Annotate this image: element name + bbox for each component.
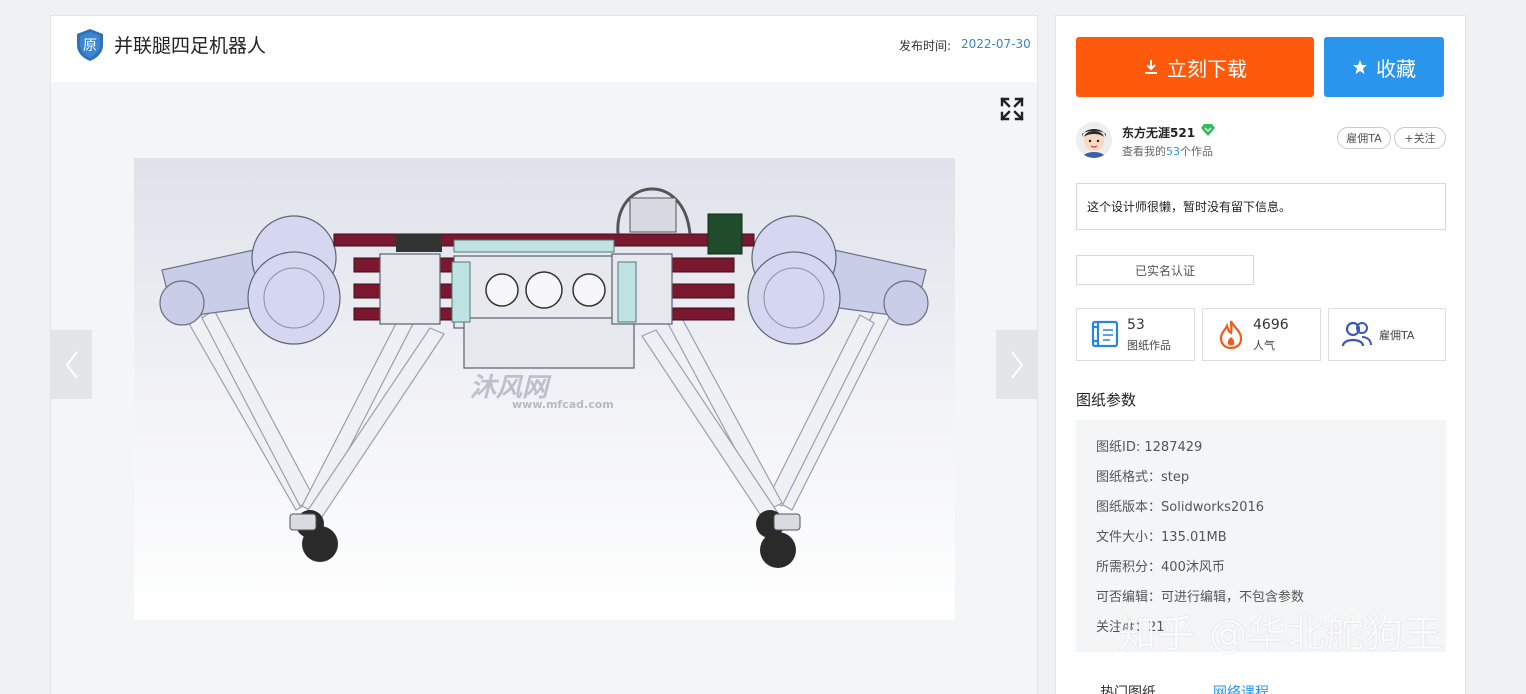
- zhihu-watermark: 知乎 @华北舵狗王: [1118, 612, 1444, 656]
- param-row: 图纸ID: 1287429: [1096, 440, 1203, 455]
- favorite-button[interactable]: 收藏: [1324, 37, 1444, 97]
- param-row: 所需积分：400沐风币: [1096, 560, 1225, 575]
- drawing-detail-panel: 原 并联腿四足机器人 发布时间: 2022-07-30 沐风网 www.mfca…: [50, 15, 1038, 694]
- follow-button[interactable]: +关注: [1394, 127, 1446, 149]
- param-label: 文件大小: [1096, 530, 1149, 545]
- hire-button[interactable]: 雇佣TA: [1337, 127, 1391, 149]
- stat-popularity: 4696 人气: [1202, 308, 1321, 361]
- author-bio: 这个设计师很懒，暂时没有留下信息。: [1076, 183, 1446, 230]
- tab-hot-drawings[interactable]: 热门图纸: [1100, 682, 1156, 694]
- svg-text:原: 原: [83, 38, 97, 54]
- stat-works-value: 53: [1127, 317, 1145, 333]
- original-shield-icon: 原: [77, 29, 103, 61]
- param-label: 图纸版本: [1096, 500, 1149, 515]
- stat-works-label: 图纸作品: [1127, 339, 1171, 352]
- next-image-button[interactable]: [996, 330, 1037, 399]
- params-section-title: 图纸参数: [1076, 391, 1137, 409]
- author-name[interactable]: 东方无涯521: [1122, 124, 1195, 141]
- mfcad-watermark-url: www.mfcad.com: [512, 398, 614, 411]
- param-value: 1287429: [1144, 440, 1203, 455]
- avatar-face-icon: [1076, 122, 1112, 158]
- download-button[interactable]: 立刻下载: [1076, 37, 1314, 97]
- previous-image-button[interactable]: [51, 330, 92, 399]
- drawing-scroll-icon: [1091, 320, 1119, 348]
- works-count: 53: [1166, 145, 1180, 158]
- verified-diamond-icon: [1201, 124, 1215, 136]
- tab-online-courses[interactable]: 网络课程: [1213, 682, 1269, 694]
- favorite-label: 收藏: [1376, 56, 1416, 81]
- stat-popularity-label: 人气: [1253, 339, 1275, 352]
- author-works-link[interactable]: 查看我的53个作品: [1122, 143, 1213, 159]
- download-label: 立刻下载: [1167, 56, 1247, 81]
- stat-popularity-value: 4696: [1253, 317, 1289, 333]
- stat-works[interactable]: 53 图纸作品: [1076, 308, 1195, 361]
- param-label: 图纸格式: [1096, 470, 1149, 485]
- param-value: Solidworks2016: [1161, 500, 1265, 515]
- model-viewer: 沐风网 www.mfcad.com: [51, 82, 1037, 694]
- real-name-verified-badge: 已实名认证: [1076, 255, 1254, 285]
- star-icon: [1353, 60, 1367, 74]
- flame-icon: [1219, 320, 1243, 350]
- stat-hire-label: 雇佣TA: [1379, 329, 1415, 342]
- stat-hire[interactable]: 雇佣TA: [1328, 308, 1446, 361]
- robot-cad-image: 沐风网 www.mfcad.com: [134, 158, 955, 620]
- chevron-right-icon: [1010, 350, 1023, 379]
- chevron-left-icon: [65, 350, 78, 379]
- param-row: 图纸版本：Solidworks2016: [1096, 500, 1265, 515]
- param-value: step: [1161, 470, 1190, 485]
- side-panel: 立刻下载 收藏 东方无涯521 查看我的53个作品 雇佣TA +关注 这个设计师…: [1055, 15, 1466, 694]
- download-icon: [1145, 60, 1157, 74]
- param-label: 所需积分: [1096, 560, 1149, 575]
- param-row: 图纸格式：step: [1096, 470, 1190, 485]
- fullscreen-icon[interactable]: [999, 96, 1025, 122]
- works-prefix: 查看我的: [1122, 145, 1166, 158]
- param-value: 135.01MB: [1161, 530, 1227, 545]
- param-label: 图纸ID: [1096, 440, 1136, 455]
- author-avatar[interactable]: [1076, 122, 1112, 158]
- works-suffix: 个作品: [1180, 145, 1213, 158]
- page-title: 并联腿四足机器人: [114, 35, 267, 57]
- param-row: 文件大小：135.01MB: [1096, 530, 1227, 545]
- publish-date: 2022-07-30: [961, 37, 1031, 51]
- param-value: 400沐风币: [1161, 560, 1225, 575]
- publish-time-label: 发布时间:: [899, 39, 952, 53]
- title-bar: 原 并联腿四足机器人 发布时间: 2022-07-30: [51, 16, 1037, 82]
- people-icon: [1341, 321, 1372, 347]
